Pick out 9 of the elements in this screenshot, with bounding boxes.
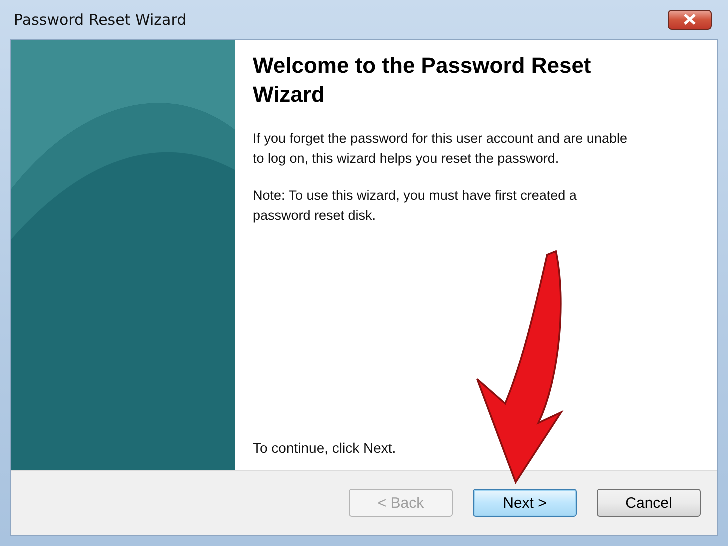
window-title: Password Reset Wizard (14, 10, 187, 28)
cancel-button[interactable]: Cancel (597, 489, 701, 517)
description-text: If you forget the password for this user account and are unable to log on, this wizard helps you reset the password. (253, 130, 628, 168)
description-text: Note: To use this wizard, you must have first created a password reset disk. (253, 187, 578, 225)
instruction-text: To continue, click Next. (253, 440, 398, 456)
close-icon (684, 14, 696, 25)
next-button[interactable]: Next > (473, 489, 577, 517)
wizard-heading: Welcome to the Password Reset Wizard (253, 52, 592, 109)
close-button[interactable] (668, 10, 712, 30)
